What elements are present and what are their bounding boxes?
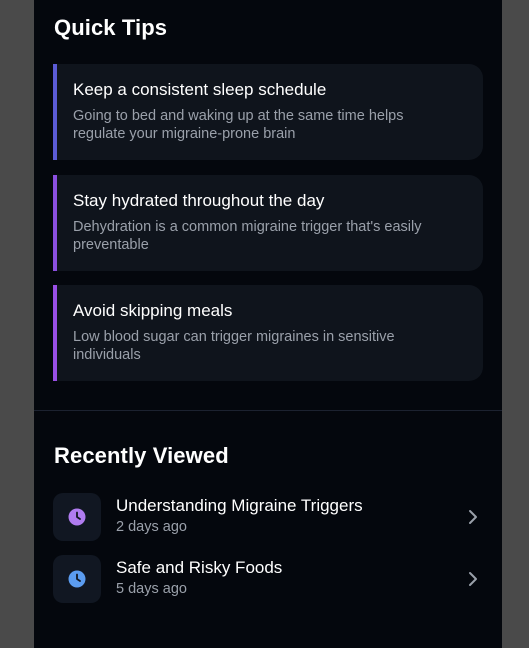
recent-icon-box <box>53 555 101 603</box>
tip-card-meals[interactable]: Avoid skipping meals Low blood sugar can… <box>53 285 483 381</box>
recent-icon-box <box>53 493 101 541</box>
tip-description: Going to bed and waking up at the same t… <box>73 108 404 142</box>
recent-item-safe-risky-foods[interactable]: Safe and Risky Foods 5 days ago <box>53 555 483 605</box>
chevron-right-icon <box>469 510 477 524</box>
recently-viewed-heading: Recently Viewed <box>54 443 229 468</box>
recent-item-time: 5 days ago <box>116 581 187 597</box>
recent-item-title: Understanding Migraine Triggers <box>116 496 363 515</box>
tip-accent-bar <box>53 175 57 271</box>
section-divider <box>34 410 502 411</box>
app-screen: Quick Tips Keep a consistent sleep sched… <box>34 0 502 648</box>
clock-icon <box>68 570 86 588</box>
quick-tips-heading: Quick Tips <box>54 15 168 40</box>
tip-accent-bar <box>53 64 57 160</box>
recent-item-time: 2 days ago <box>116 519 187 535</box>
chevron-right-icon <box>469 572 477 586</box>
recent-item-migraine-triggers[interactable]: Understanding Migraine Triggers 2 days a… <box>53 493 483 543</box>
tip-description: Low blood sugar can trigger migraines in… <box>73 329 395 363</box>
tip-accent-bar <box>53 285 57 381</box>
tip-title: Keep a consistent sleep schedule <box>73 80 327 99</box>
tip-card-sleep[interactable]: Keep a consistent sleep schedule Going t… <box>53 64 483 160</box>
tip-description: Dehydration is a common migraine trigger… <box>73 219 422 253</box>
clock-icon <box>68 508 86 526</box>
tip-title: Stay hydrated throughout the day <box>73 191 325 210</box>
tip-title: Avoid skipping meals <box>73 301 233 320</box>
recent-item-title: Safe and Risky Foods <box>116 558 283 577</box>
tip-card-hydration[interactable]: Stay hydrated throughout the day Dehydra… <box>53 175 483 271</box>
